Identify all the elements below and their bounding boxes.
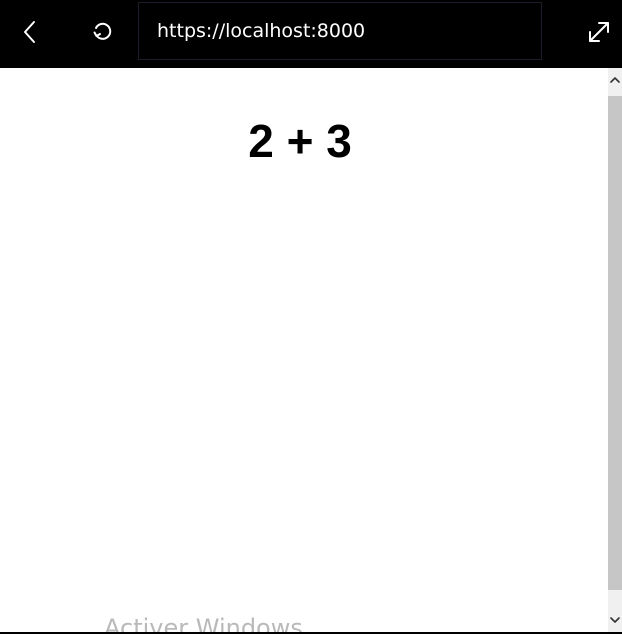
scrollbar-thumb[interactable]	[608, 96, 622, 590]
url-text: https://localhost:8000	[157, 20, 366, 42]
page-content: 2 + 3 Activer Windows	[0, 68, 608, 632]
address-bar[interactable]: https://localhost:8000	[138, 2, 542, 60]
chevron-down-icon	[610, 617, 620, 623]
back-button[interactable]	[10, 12, 50, 52]
reload-icon	[93, 22, 112, 40]
expand-button[interactable]	[579, 12, 619, 52]
scroll-down-button[interactable]	[608, 610, 622, 630]
expand-icon	[589, 22, 609, 42]
browser-toolbar: https://localhost:8000	[0, 0, 622, 68]
vertical-scrollbar[interactable]	[608, 68, 622, 632]
math-question: 2 + 3	[248, 115, 352, 167]
activation-watermark: Activer Windows	[104, 614, 303, 632]
chevron-up-icon	[610, 77, 620, 83]
reload-button[interactable]	[82, 12, 122, 52]
scroll-up-button[interactable]	[608, 70, 622, 90]
browser-window: https://localhost:8000 2 + 3 Activer Win…	[0, 0, 622, 634]
chevron-left-icon	[24, 21, 35, 43]
